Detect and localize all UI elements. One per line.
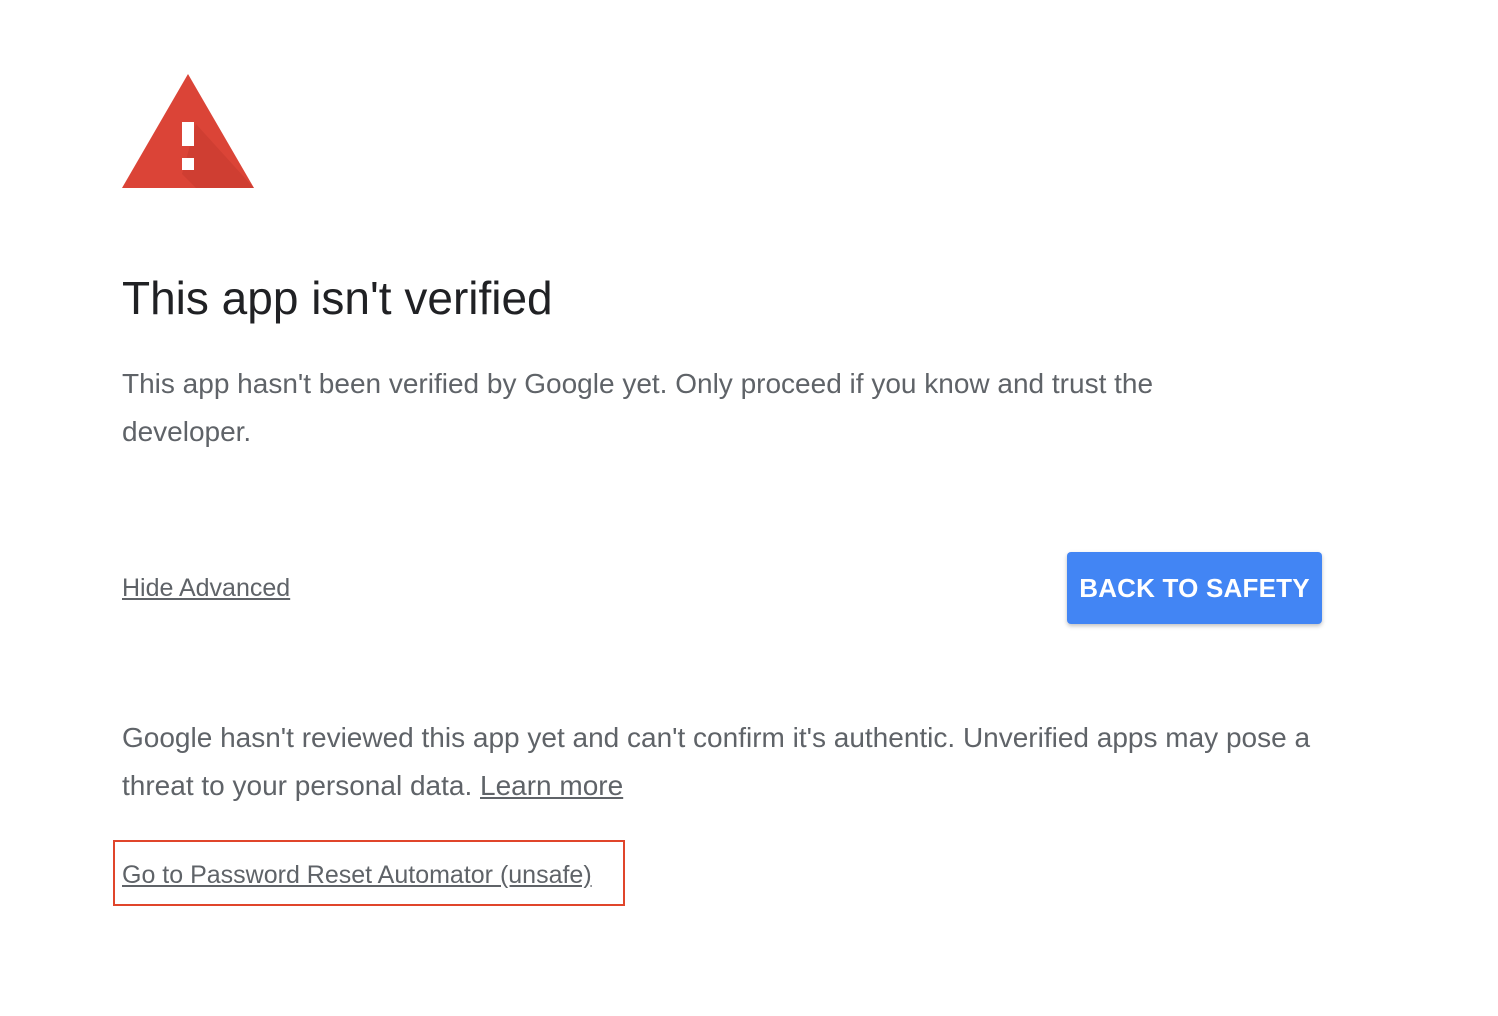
back-to-safety-button[interactable]: BACK TO SAFETY bbox=[1067, 552, 1322, 624]
learn-more-link[interactable]: Learn more bbox=[480, 770, 623, 801]
proceed-unsafe-link[interactable]: Go to Password Reset Automator (unsafe) bbox=[122, 858, 592, 892]
hide-advanced-link[interactable]: Hide Advanced bbox=[122, 571, 290, 605]
advanced-details-body: Google hasn't reviewed this app yet and … bbox=[122, 722, 1311, 801]
warning-triangle-icon bbox=[122, 74, 254, 188]
warning-description: This app hasn't been verified by Google … bbox=[122, 368, 1154, 447]
unverified-app-warning-page: This app isn't verified This app hasn't … bbox=[0, 0, 1498, 1016]
page-title: This app isn't verified bbox=[122, 272, 553, 324]
advanced-details-text: Google hasn't reviewed this app yet and … bbox=[122, 714, 1312, 810]
